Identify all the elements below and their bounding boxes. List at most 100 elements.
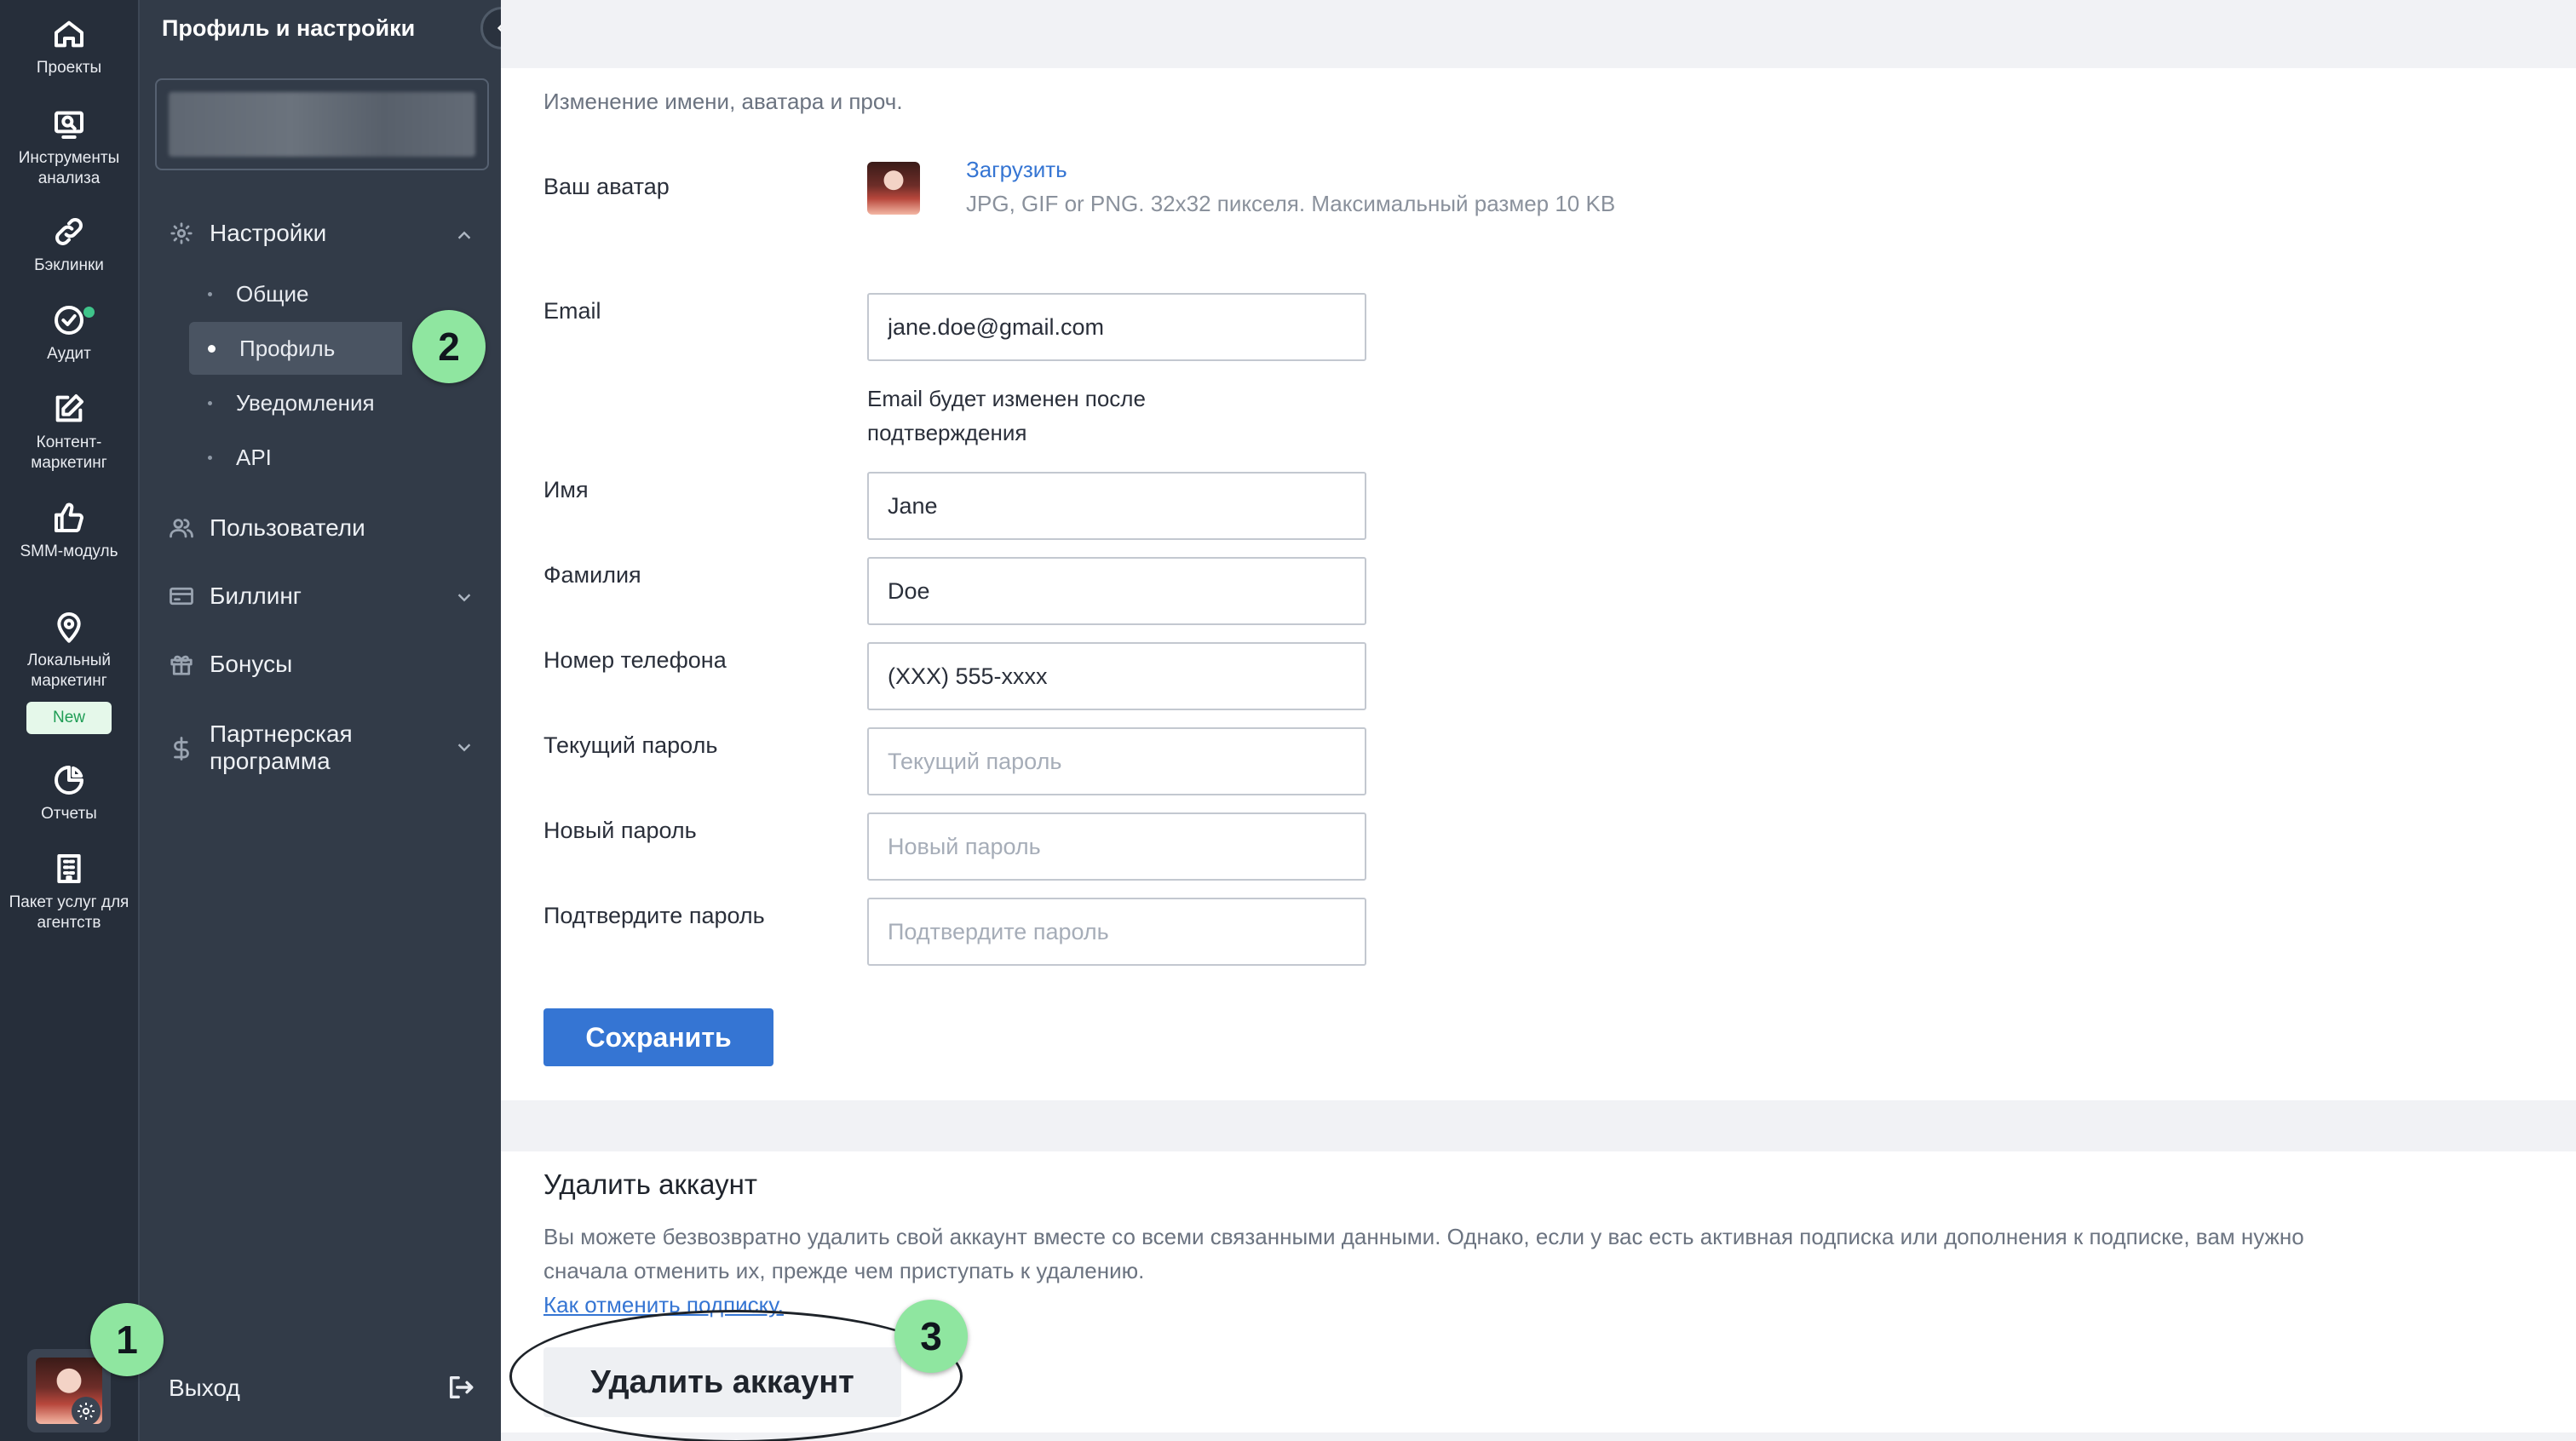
sidebar-item-label: Общие [236,280,309,307]
avatar-label: Ваш аватар [543,174,670,199]
rail-label-content-marketing: Контент-маркетинг [31,433,107,472]
main-content: Изменение имени, аватара и проч. Ваш ава… [501,0,2576,1441]
home-icon [55,20,83,48]
nav-partner-label: Партнерская программа [210,720,353,774]
sidebar-item-label: Уведомления [236,389,375,416]
email-note-line1: Email будет изменен после [867,386,1146,411]
first-name-label: Имя [543,477,589,502]
monitor-icon [55,111,83,139]
callout-1: 1 [90,1303,164,1376]
new-password-field[interactable] [867,812,1366,881]
sidebar-item-label: API [236,444,272,470]
rail-item-analysis-tools[interactable]: Инструменты анализа [0,107,138,189]
rail-label-reports: Отчеты [41,805,97,823]
upload-hint: JPG, GIF or PNG. 32x32 пикселя. Максимал… [966,191,1616,216]
nav-billing[interactable]: Биллинг [169,583,302,610]
confirm-password-label: Подтвердите пароль [543,903,765,928]
chevron-down-icon[interactable] [455,588,474,606]
nav-users[interactable]: Пользователи [169,514,365,542]
link-icon [55,218,83,245]
delete-account-button[interactable]: Удалить аккаунт [543,1347,901,1417]
delete-text-line2: сначала отменить их, прежде чем приступа… [543,1258,1145,1283]
nav-settings[interactable]: Настройки [169,220,326,247]
rail-item-content-marketing[interactable]: Контент-маркетинг [0,392,138,474]
email-label: Email [543,298,601,324]
bullet [208,455,212,460]
email-note-line2: подтверждения [867,420,1027,445]
credit-card-icon [170,587,193,606]
bullet [208,291,212,296]
rail-label-backlinks: Бэклинки [34,256,104,274]
cancel-subscription-link[interactable]: Как отменить подписку. [543,1288,2537,1322]
rail-item-projects[interactable]: Проекты [0,17,138,78]
check-circle-icon [55,306,83,335]
avatar [867,162,920,215]
profile-subtitle: Изменение имени, аватара и проч. [543,89,903,114]
building-icon [57,854,81,883]
rail-label-smm: SMM-модуль [20,543,118,560]
delete-text-line1: Вы можете безвозвратно удалить свой акка… [543,1224,2304,1249]
upload-avatar-link[interactable]: Загрузить [966,157,1067,183]
gear-icon[interactable] [72,1397,101,1426]
sidebar-item-notifications[interactable]: Уведомления [189,376,402,429]
chevron-down-icon[interactable] [455,738,474,756]
rail-item-local-marketing[interactable]: Локальный маркетинг New [0,610,138,734]
current-password-field[interactable] [867,727,1366,795]
sidebar-item-profile[interactable]: Профиль [189,322,402,375]
logout-icon[interactable] [446,1373,475,1402]
thumbs-up-icon [55,502,83,532]
chevron-up-icon[interactable] [455,227,474,245]
delete-account-text: Вы можете безвозвратно удалить свой акка… [543,1220,2537,1322]
last-name-field[interactable] [867,557,1366,625]
pie-chart-icon [55,766,83,795]
callout-3: 3 [894,1300,968,1373]
bullet [208,344,216,353]
logout-link[interactable]: Выход [169,1375,240,1402]
rail-item-reports[interactable]: Отчеты [0,763,138,824]
gift-icon [170,655,193,675]
email-change-note: Email будет изменен после подтверждения [867,382,1146,450]
users-icon [170,519,193,538]
icon-rail: Проекты Инструменты анализа Бэклинки Ауд… [0,0,138,1441]
nav-bonuses-label: Бонусы [210,651,293,677]
gear-icon [170,222,193,244]
nav-users-label: Пользователи [210,514,365,541]
new-password-label: Новый пароль [543,818,697,843]
settings-sidebar: Профиль и настройки Настройки Общие Проф… [138,0,523,1441]
rail-item-audit[interactable]: Аудит [0,303,138,365]
delete-account-title: Удалить аккаунт [543,1168,757,1200]
nav-billing-label: Биллинг [210,583,302,609]
rail-label-analysis-tools: Инструменты анализа [18,149,120,187]
project-name-blurred [169,92,475,157]
dollar-icon [174,737,189,761]
rail-item-smm[interactable]: SMM-модуль [0,501,138,562]
nav-settings-label: Настройки [210,220,327,246]
rail-label-local-marketing: Локальный маркетинг [26,652,112,690]
sidebar-title: Профиль и настройки [162,15,416,41]
project-selector[interactable] [155,78,489,170]
rail-item-backlinks[interactable]: Бэклинки [0,215,138,276]
sidebar-item-general[interactable]: Общие [189,267,402,320]
new-badge: New [26,702,112,734]
email-field[interactable] [867,293,1366,361]
rail-label-projects: Проекты [36,59,102,77]
sidebar-item-api[interactable]: API [189,431,402,484]
edit-icon [55,394,83,422]
confirm-password-field[interactable] [867,898,1366,966]
map-pin-icon [57,612,81,643]
bullet [208,400,212,405]
nav-partner-program[interactable]: Партнерская программа [169,720,405,775]
phone-field[interactable] [867,642,1366,710]
nav-bonuses[interactable]: Бонусы [169,651,292,678]
status-dot [83,307,95,318]
callout-2: 2 [412,310,486,383]
rail-item-agency[interactable]: Пакет услуг для агентств [0,852,138,933]
current-password-label: Текущий пароль [543,732,718,758]
profile-card: Изменение имени, аватара и проч. Ваш ава… [501,68,2576,1100]
last-name-label: Фамилия [543,562,641,588]
rail-label-agency: Пакет услуг для агентств [9,893,129,932]
sidebar-item-label: Профиль [239,335,336,361]
delete-account-card: Удалить аккаунт Вы можете безвозвратно у… [501,1151,2576,1441]
save-button[interactable]: Сохранить [543,1008,773,1066]
first-name-field[interactable] [867,472,1366,540]
